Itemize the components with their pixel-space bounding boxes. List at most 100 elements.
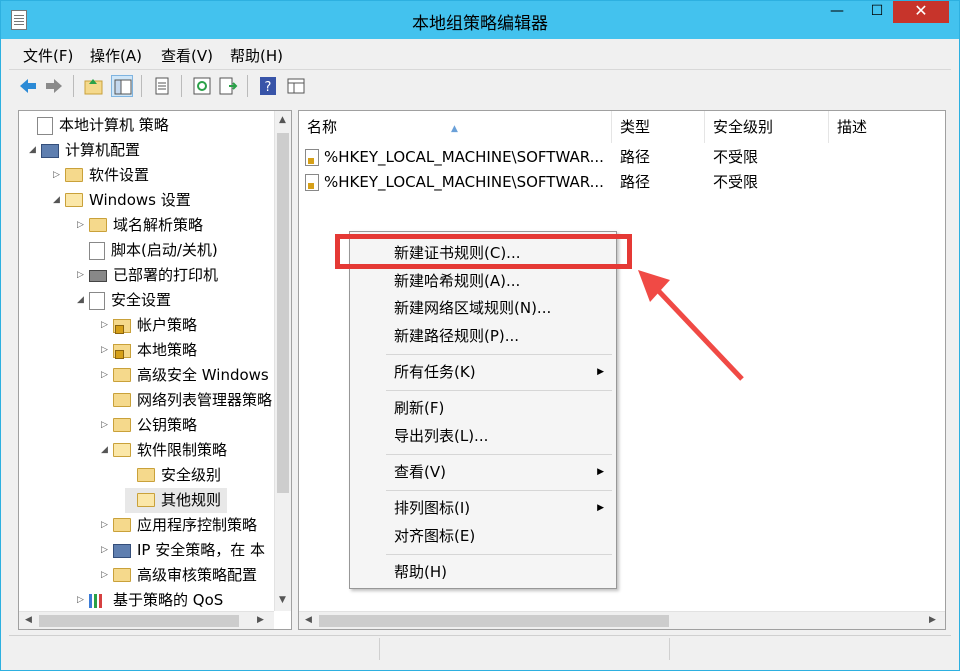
tree-item-account-policies[interactable]: ▷ 帐户策略	[101, 313, 197, 338]
locked-folder-icon	[113, 318, 131, 334]
scroll-right-icon[interactable]: ▶	[257, 615, 264, 625]
expander-icon[interactable]: ◢	[77, 288, 89, 313]
security-icon	[89, 291, 105, 310]
expander-icon[interactable]: ▷	[77, 588, 89, 613]
expander-icon[interactable]: ▷	[77, 213, 89, 238]
column-header-description[interactable]: 描述	[829, 111, 945, 143]
tree-item-additional-rules[interactable]: 其他规则	[125, 488, 228, 513]
expander-icon[interactable]: ▷	[53, 163, 65, 188]
toolbar: ?	[9, 69, 951, 103]
tree-item-security-levels[interactable]: 安全级别	[125, 463, 221, 488]
tree-item-qos[interactable]: ▷ 基于策略的 QoS	[77, 588, 223, 613]
help-icon[interactable]: ?	[257, 75, 279, 97]
column-header-name[interactable]: 名称 ▲	[299, 111, 612, 143]
tree-horizontal-scrollbar[interactable]: ◀ ▶	[19, 611, 274, 629]
context-menu: 新建证书规则(C)... 新建哈希规则(A)... 新建网络区域规则(N)...…	[349, 231, 617, 589]
menu-item-new-path-rule[interactable]: 新建路径规则(P)...	[350, 323, 616, 349]
scroll-left-icon[interactable]: ◀	[25, 615, 32, 625]
column-header-type[interactable]: 类型	[612, 111, 705, 143]
scroll-left-icon[interactable]: ◀	[305, 615, 312, 625]
tree-item-windows-settings[interactable]: ◢ Windows 设置	[53, 188, 191, 213]
expander-icon[interactable]: ▷	[101, 563, 113, 588]
tree-item-local-policies[interactable]: ▷ 本地策略	[101, 338, 197, 363]
tree-vertical-scrollbar[interactable]: ▲ ▼	[274, 111, 291, 611]
view-pane-icon[interactable]	[285, 75, 307, 97]
tree-item-advanced-firewall[interactable]: ▷ 高级安全 Windows	[101, 363, 269, 388]
minimize-button[interactable]: —	[823, 1, 851, 23]
tree-item-software-restriction[interactable]: ◢ 软件限制策略	[101, 438, 227, 463]
tree-item-computer-config[interactable]: ◢ 计算机配置	[29, 138, 140, 163]
tree-item-security-settings[interactable]: ◢ 安全设置	[77, 288, 171, 313]
menu-view[interactable]: 查看(V)	[161, 45, 213, 66]
annotation-arrow-icon	[638, 270, 744, 381]
tree-item-deployed-printers[interactable]: ▷ 已部署的打印机	[77, 263, 218, 288]
scroll-thumb[interactable]	[277, 133, 289, 493]
svg-text:?: ?	[265, 80, 272, 95]
menu-item-new-network-zone-rule[interactable]: 新建网络区域规则(N)...	[350, 295, 616, 321]
show-hide-tree-icon[interactable]	[111, 75, 133, 97]
tree-item-app-control[interactable]: ▷ 应用程序控制策略	[101, 513, 257, 538]
tree-item-name-resolution[interactable]: ▷ 域名解析策略	[77, 213, 203, 238]
locked-folder-icon	[113, 343, 131, 359]
expander-icon[interactable]: ▷	[101, 338, 113, 363]
scroll-right-icon[interactable]: ▶	[929, 615, 936, 625]
path-rule-icon	[305, 174, 319, 191]
list-cell-type: 路径	[620, 148, 651, 166]
list-item[interactable]: %HKEY_LOCAL_MACHINE\SOFTWAR...	[305, 145, 604, 170]
tree-item-scripts[interactable]: 脚本(启动/关机)	[77, 238, 218, 263]
expander-icon[interactable]: ▷	[101, 513, 113, 538]
expander-icon[interactable]: ◢	[53, 188, 65, 213]
up-folder-icon[interactable]	[83, 75, 105, 97]
menu-item-view[interactable]: 查看(V) ▶	[350, 459, 616, 485]
scroll-down-icon[interactable]: ▼	[279, 595, 286, 605]
scroll-up-icon[interactable]: ▲	[279, 115, 286, 125]
back-arrow-icon[interactable]	[17, 75, 39, 97]
tree-item-advanced-audit[interactable]: ▷ 高级审核策略配置	[101, 563, 257, 588]
menu-item-help[interactable]: 帮助(H)	[350, 559, 616, 585]
computer-icon	[41, 143, 59, 158]
window-title: 本地组策略编辑器	[412, 14, 548, 34]
tree-item-ip-security[interactable]: ▷ IP 安全策略，在 本	[101, 538, 265, 563]
close-button[interactable]: ✕	[893, 1, 949, 23]
scroll-thumb[interactable]	[39, 615, 239, 627]
properties-icon[interactable]	[151, 75, 173, 97]
folder-icon	[113, 392, 131, 407]
list-item[interactable]: %HKEY_LOCAL_MACHINE\SOFTWAR...	[305, 170, 604, 195]
tree-item-local-computer-policy[interactable]: 本地计算机 策略	[25, 113, 169, 138]
column-header-security-level[interactable]: 安全级别	[705, 111, 829, 143]
submenu-arrow-icon: ▶	[597, 367, 604, 377]
list-horizontal-scrollbar[interactable]: ◀ ▶	[299, 611, 945, 629]
tree-item-software-settings[interactable]: ▷ 软件设置	[53, 163, 149, 188]
menu-file[interactable]: 文件(F)	[23, 45, 73, 66]
expander-icon[interactable]: ◢	[101, 438, 113, 463]
expander-icon[interactable]: ▷	[101, 538, 113, 563]
ip-security-icon	[113, 543, 131, 558]
scroll-thumb[interactable]	[319, 615, 669, 627]
expander-icon[interactable]: ▷	[101, 313, 113, 338]
menu-item-export-list[interactable]: 导出列表(L)...	[350, 423, 616, 449]
printer-icon	[89, 269, 107, 282]
folder-icon	[113, 417, 131, 432]
menu-help[interactable]: 帮助(H)	[230, 45, 283, 66]
menu-item-new-hash-rule[interactable]: 新建哈希规则(A)...	[350, 268, 616, 294]
folder-icon	[113, 367, 131, 382]
maximize-button[interactable]: ☐	[863, 1, 891, 23]
expander-icon[interactable]: ▷	[101, 413, 113, 438]
title-bar[interactable]: 本地组策略编辑器 — ☐ ✕	[1, 1, 959, 39]
folder-icon	[65, 167, 83, 182]
menu-item-align-icons[interactable]: 对齐图标(E)	[350, 523, 616, 549]
menu-item-refresh[interactable]: 刷新(F)	[350, 395, 616, 421]
export-list-icon[interactable]	[217, 75, 239, 97]
expander-icon[interactable]: ◢	[29, 138, 41, 163]
forward-arrow-icon[interactable]	[43, 75, 65, 97]
menu-bar: 文件(F) 操作(A) 查看(V) 帮助(H)	[9, 39, 951, 67]
menu-item-arrange-icons[interactable]: 排列图标(I) ▶	[350, 495, 616, 521]
refresh-icon[interactable]	[191, 75, 213, 97]
menu-item-all-tasks[interactable]: 所有任务(K) ▶	[350, 359, 616, 385]
menu-action[interactable]: 操作(A)	[90, 45, 142, 66]
expander-icon[interactable]: ▷	[77, 263, 89, 288]
tree-pane[interactable]: 本地计算机 策略 ◢ 计算机配置 ▷ 软件设置 ◢ Windows 设置 ▷ 域名解析策…	[18, 110, 292, 630]
expander-icon[interactable]: ▷	[101, 363, 113, 388]
tree-item-public-key[interactable]: ▷ 公钥策略	[101, 413, 197, 438]
tree-item-network-list[interactable]: 网络列表管理器策略	[101, 388, 272, 413]
